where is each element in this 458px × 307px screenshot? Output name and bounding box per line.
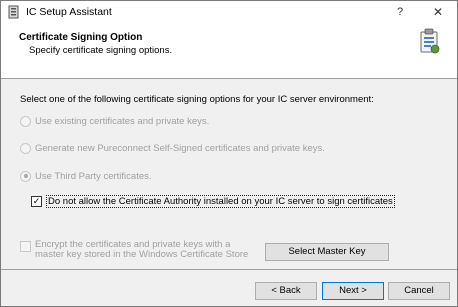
page-title: Certificate Signing Option (19, 32, 143, 43)
option-third-party[interactable]: Use Third Party certificates. (20, 169, 152, 183)
content-panel: Select one of the following certificate … (1, 80, 457, 268)
page-subtitle: Specify certificate signing options. (29, 45, 173, 56)
ca-signing-label: Do not allow the Certificate Authority i… (46, 194, 395, 208)
setup-assistant-icon (8, 5, 19, 19)
option-use-existing[interactable]: Use existing certificates and private ke… (20, 114, 209, 128)
cancel-button[interactable]: Cancel (388, 282, 450, 300)
encrypt-label: Encrypt the certificates and private key… (35, 239, 249, 260)
option-label: Use existing certificates and private ke… (35, 115, 210, 127)
back-button[interactable]: < Back (255, 282, 317, 300)
instruction-text: Select one of the following certificate … (20, 94, 374, 105)
radio-button[interactable] (20, 142, 31, 154)
footer-divider (1, 269, 457, 270)
help-button[interactable]: ? (389, 3, 411, 21)
page-header: Certificate Signing Option Specify certi… (1, 23, 457, 79)
radio-button-selected[interactable] (20, 170, 31, 182)
clipboard-install-icon (420, 28, 440, 54)
option-generate-self-signed[interactable]: Generate new Pureconnect Self-Signed cer… (20, 141, 325, 155)
encrypt-checkbox[interactable] (20, 241, 31, 252)
close-button[interactable]: ✕ (425, 3, 451, 21)
title-bar: IC Setup Assistant ? ✕ (1, 1, 457, 23)
next-button[interactable]: Next > (322, 282, 384, 300)
encrypt-checkbox-row[interactable]: Encrypt the certificates and private key… (20, 240, 255, 260)
option-label: Use Third Party certificates. (35, 170, 152, 182)
setup-assistant-window: IC Setup Assistant ? ✕ Certificate Signi… (0, 0, 458, 307)
ca-signing-checkbox[interactable]: ✓ (31, 195, 42, 207)
select-master-key-button[interactable]: Select Master Key (265, 243, 389, 261)
window-title: IC Setup Assistant (26, 6, 112, 18)
option-label: Generate new Pureconnect Self-Signed cer… (35, 142, 325, 154)
radio-button[interactable] (20, 115, 31, 127)
ca-signing-checkbox-row[interactable]: ✓ Do not allow the Certificate Authority… (31, 194, 395, 208)
